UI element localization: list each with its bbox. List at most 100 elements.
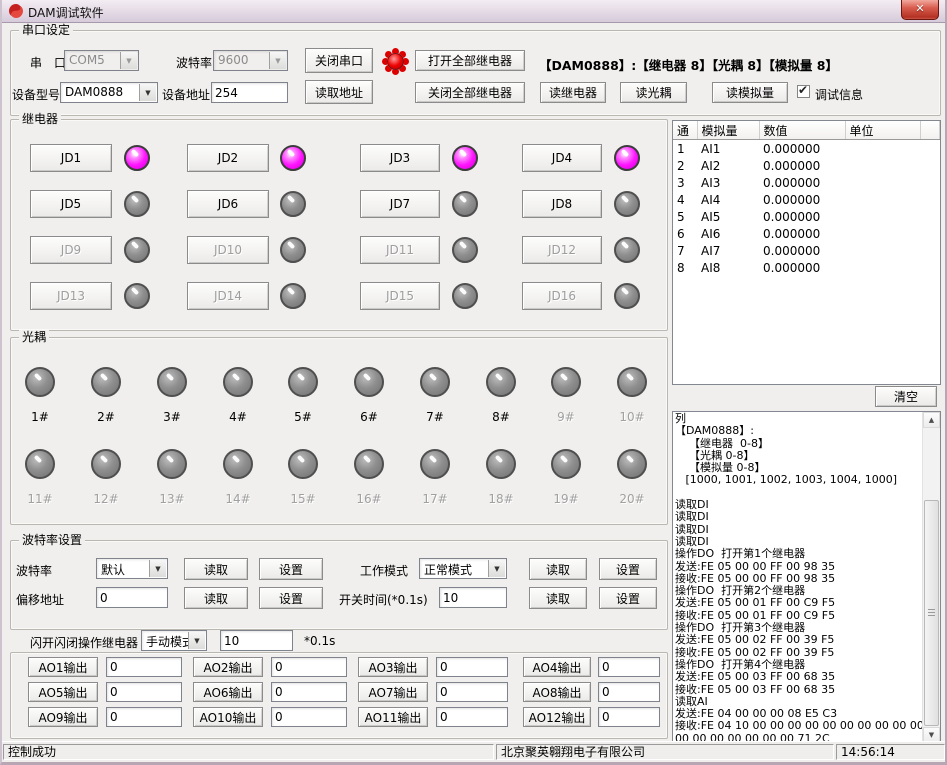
log-scrollbar[interactable]: ▲ ▼ bbox=[922, 412, 940, 743]
col-value[interactable]: 数值 bbox=[759, 121, 845, 140]
ao6-value-input[interactable] bbox=[271, 682, 347, 702]
baud-set-combo[interactable]: 默认 ▼ bbox=[96, 558, 168, 579]
read-relay-button[interactable]: 读继电器 bbox=[540, 82, 606, 103]
ao2-output-button[interactable]: AO2输出 bbox=[193, 657, 263, 677]
ao4-output-button[interactable]: AO4输出 bbox=[523, 657, 591, 677]
offset-address-input[interactable] bbox=[96, 587, 168, 608]
relay-led-jd2 bbox=[280, 145, 306, 171]
relay-button-jd11[interactable]: JD11 bbox=[360, 236, 440, 264]
ao11-value-input[interactable] bbox=[436, 707, 508, 727]
serial-port-label: 串 口 bbox=[30, 54, 66, 71]
ao3-output-button[interactable]: AO3输出 bbox=[358, 657, 428, 677]
cell-unit bbox=[845, 140, 920, 158]
relay-button-jd2[interactable]: JD2 bbox=[187, 144, 269, 172]
baud-set-button[interactable]: 设置 bbox=[259, 558, 323, 580]
ao4-value-input[interactable] bbox=[598, 657, 660, 677]
device-model-combo[interactable]: DAM0888 ▼ bbox=[60, 82, 158, 103]
relay-button-jd3[interactable]: JD3 bbox=[360, 144, 440, 172]
opto-led-13 bbox=[157, 449, 187, 479]
ao7-value-input[interactable] bbox=[436, 682, 508, 702]
work-mode-combo[interactable]: 正常模式 ▼ bbox=[419, 558, 507, 579]
opto-led-5 bbox=[288, 367, 318, 397]
relay-button-jd7[interactable]: JD7 bbox=[360, 190, 440, 218]
col-analog[interactable]: 模拟量 bbox=[697, 121, 759, 140]
relay-button-jd15[interactable]: JD15 bbox=[360, 282, 440, 310]
col-extra[interactable] bbox=[920, 121, 940, 140]
relay-button-jd1[interactable]: JD1 bbox=[30, 144, 112, 172]
device-address-input[interactable] bbox=[211, 82, 288, 103]
close-button[interactable]: ✕ bbox=[901, 0, 939, 20]
col-channel[interactable]: 通 bbox=[673, 121, 697, 140]
ao7-output-button[interactable]: AO7输出 bbox=[358, 682, 428, 702]
ao8-value-input[interactable] bbox=[598, 682, 660, 702]
offset-read-button[interactable]: 读取 bbox=[184, 587, 248, 609]
chevron-down-icon[interactable]: ▼ bbox=[139, 84, 156, 101]
serial-port-combo[interactable]: COM5 ▼ bbox=[64, 50, 139, 71]
ao1-output-button[interactable]: AO1输出 bbox=[28, 657, 98, 677]
baud-read-button[interactable]: 读取 bbox=[184, 558, 248, 580]
opto-group-title: 光耦 bbox=[19, 330, 49, 344]
baud-set-value: 默认 bbox=[101, 561, 125, 578]
open-all-relays-button[interactable]: 打开全部继电器 bbox=[415, 50, 525, 71]
chevron-down-icon[interactable]: ▼ bbox=[149, 560, 166, 577]
relay-button-jd8[interactable]: JD8 bbox=[522, 190, 602, 218]
relay-button-jd10[interactable]: JD10 bbox=[187, 236, 269, 264]
relay-led-jd4 bbox=[614, 145, 640, 171]
switch-time-set-button[interactable]: 设置 bbox=[599, 587, 657, 609]
debug-info-label: 调试信息 bbox=[815, 86, 863, 103]
clear-log-button[interactable]: 清空 bbox=[875, 386, 937, 407]
relay-button-jd6[interactable]: JD6 bbox=[187, 190, 269, 218]
ao10-value-input[interactable] bbox=[271, 707, 347, 727]
relay-button-jd5[interactable]: JD5 bbox=[30, 190, 112, 218]
relay-button-jd12[interactable]: JD12 bbox=[522, 236, 602, 264]
switch-time-label: 开关时间(*0.1s) bbox=[339, 591, 428, 608]
debug-info-checkbox[interactable] bbox=[797, 85, 810, 98]
device-info-text: 【DAM0888】:【继电器 8】【光耦 8】【模拟量 8】 bbox=[539, 55, 838, 74]
work-mode-set-button[interactable]: 设置 bbox=[599, 558, 657, 580]
baud-combo[interactable]: 9600 ▼ bbox=[213, 50, 288, 71]
ao9-value-input[interactable] bbox=[106, 707, 182, 727]
read-opto-button[interactable]: 读光耦 bbox=[620, 82, 687, 103]
col-unit[interactable]: 单位 bbox=[845, 121, 920, 140]
close-all-relays-button[interactable]: 关闭全部继电器 bbox=[415, 82, 525, 103]
chevron-down-icon[interactable]: ▼ bbox=[269, 52, 286, 69]
ao12-output-button[interactable]: AO12输出 bbox=[523, 707, 591, 727]
scroll-up-button[interactable]: ▲ bbox=[923, 412, 940, 428]
cell-unit bbox=[845, 174, 920, 191]
flash-mode-combo[interactable]: 手动模式 ▼ bbox=[141, 630, 207, 651]
relay-button-jd16[interactable]: JD16 bbox=[522, 282, 602, 310]
ao12-value-input[interactable] bbox=[598, 707, 660, 727]
offset-set-button[interactable]: 设置 bbox=[259, 587, 323, 609]
ao2-value-input[interactable] bbox=[271, 657, 347, 677]
relay-led-jd1 bbox=[124, 145, 150, 171]
ao11-output-button[interactable]: AO11输出 bbox=[358, 707, 428, 727]
cell-value: 0.000000 bbox=[759, 242, 845, 259]
chevron-down-icon[interactable]: ▼ bbox=[188, 632, 205, 649]
scrollbar-thumb[interactable] bbox=[924, 500, 939, 726]
work-mode-read-button[interactable]: 读取 bbox=[529, 558, 587, 580]
ao10-output-button[interactable]: AO10输出 bbox=[193, 707, 263, 727]
read-address-button[interactable]: 读取地址 bbox=[305, 80, 373, 104]
table-row: 6AI60.000000 bbox=[673, 225, 940, 242]
table-row: 4AI40.000000 bbox=[673, 191, 940, 208]
switch-time-read-button[interactable]: 读取 bbox=[529, 587, 587, 609]
chevron-down-icon[interactable]: ▼ bbox=[488, 560, 505, 577]
switch-time-input[interactable] bbox=[439, 587, 507, 608]
relay-button-jd13[interactable]: JD13 bbox=[30, 282, 112, 310]
ao3-value-input[interactable] bbox=[436, 657, 508, 677]
relay-button-jd9[interactable]: JD9 bbox=[30, 236, 112, 264]
cell-name: AI8 bbox=[697, 259, 759, 276]
ao5-value-input[interactable] bbox=[106, 682, 182, 702]
ao9-output-button[interactable]: AO9输出 bbox=[28, 707, 98, 727]
relay-led-jd16 bbox=[614, 283, 640, 309]
relay-button-jd4[interactable]: JD4 bbox=[522, 144, 602, 172]
ao6-output-button[interactable]: AO6输出 bbox=[193, 682, 263, 702]
relay-button-jd14[interactable]: JD14 bbox=[187, 282, 269, 310]
close-serial-button[interactable]: 关闭串口 bbox=[305, 48, 373, 73]
ao1-value-input[interactable] bbox=[106, 657, 182, 677]
read-analog-button[interactable]: 读模拟量 bbox=[712, 82, 788, 103]
chevron-down-icon[interactable]: ▼ bbox=[120, 52, 137, 69]
ao5-output-button[interactable]: AO5输出 bbox=[28, 682, 98, 702]
ao8-output-button[interactable]: AO8输出 bbox=[523, 682, 591, 702]
flash-time-input[interactable] bbox=[220, 630, 293, 651]
